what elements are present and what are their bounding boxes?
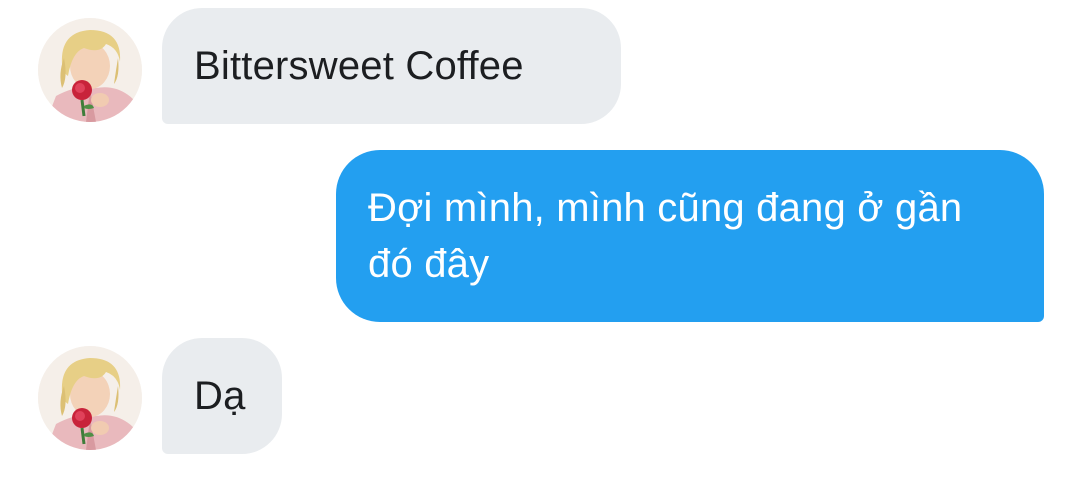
incoming-message-bubble[interactable]: Bittersweet Coffee [162,8,621,124]
chat-thread: Bittersweet Coffee Đợi mình, mình cũng đ… [0,0,1080,482]
contact-avatar[interactable] [38,346,142,450]
contact-avatar[interactable] [38,18,142,122]
incoming-message-bubble[interactable]: Dạ [162,338,282,454]
message-text: Bittersweet Coffee [194,44,524,88]
avatar-photo-icon [38,18,142,122]
avatar-photo-icon [38,346,142,450]
outgoing-message-bubble[interactable]: Đợi mình, mình cũng đang ở gần đó đây [336,150,1044,322]
message-text: Dạ [194,374,246,418]
message-text: Đợi mình, mình cũng đang ở gần đó đây [368,186,963,286]
